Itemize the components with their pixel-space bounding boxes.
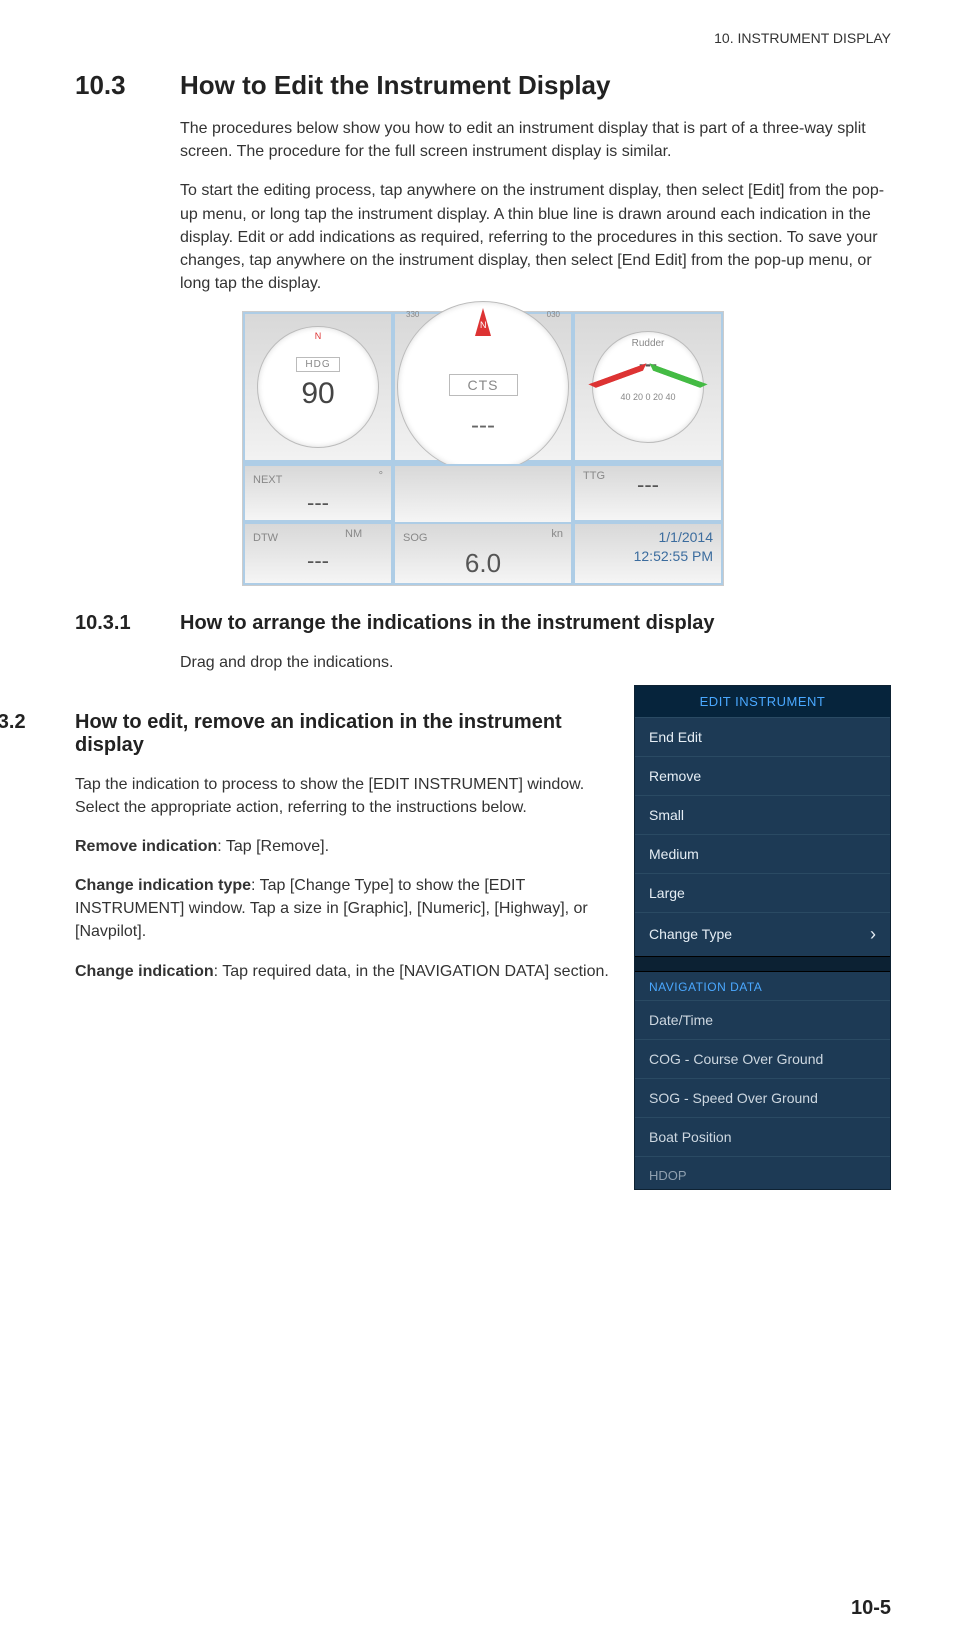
remove-indication-label: Remove indication (75, 838, 217, 855)
subsection-1-heading: How to arrange the indications in the in… (180, 612, 715, 635)
compass-tick-left: 330 (406, 310, 419, 319)
menu-item-end-edit[interactable]: End Edit (635, 717, 890, 756)
navigation-data-header: NAVIGATION DATA (635, 972, 890, 1000)
menu-divider (635, 956, 890, 972)
menu-item-label: SOG - Speed Over Ground (649, 1090, 818, 1106)
menu-item-label: End Edit (649, 729, 702, 745)
hdg-value: 90 (301, 377, 334, 411)
menu-item-label: COG - Course Over Ground (649, 1051, 823, 1067)
cts-mid-cell[interactable] (393, 464, 573, 522)
cts-value: --- (471, 412, 495, 440)
nav-item-cog[interactable]: COG - Course Over Ground (635, 1039, 890, 1078)
subsection-2-title: 10.3.2 How to edit, remove an indication… (0, 711, 618, 757)
sog-value: 6.0 (403, 548, 563, 579)
subsection-1-body: Drag and drop the indications. (180, 651, 891, 674)
subsection-2-number: 10.3.2 (0, 711, 75, 757)
menu-item-small[interactable]: Small (635, 795, 890, 834)
menu-item-label: Remove (649, 768, 701, 784)
dtw-value: --- (253, 548, 383, 574)
remove-indication-text: : Tap [Remove]. (217, 838, 329, 855)
rudder-label: Rudder (632, 338, 665, 349)
ttg-cell[interactable]: TTG --- (573, 464, 723, 522)
nav-item-boat-position[interactable]: Boat Position (635, 1117, 890, 1156)
dtw-cell[interactable]: DTW NM --- (243, 522, 393, 585)
edit-instrument-menu: EDIT INSTRUMENT End Edit Remove Small Me… (634, 685, 891, 1190)
date-value: 1/1/2014 (583, 528, 713, 546)
menu-item-label: Boat Position (649, 1129, 732, 1145)
sog-label: SOG (403, 532, 427, 544)
dtw-label: DTW (253, 532, 278, 544)
subsection-2-p3: Change indication type: Tap [Change Type… (75, 874, 618, 944)
menu-item-label: Medium (649, 846, 699, 862)
hdg-gauge[interactable]: N HDG 90 (243, 312, 393, 462)
nav-item-sog[interactable]: SOG - Speed Over Ground (635, 1078, 890, 1117)
next-label: NEXT (253, 474, 282, 486)
section-para-1: The procedures below show you how to edi… (180, 117, 891, 163)
subsection-1-title: 10.3.1 How to arrange the indications in… (75, 612, 891, 635)
menu-item-label: Large (649, 885, 685, 901)
section-number: 10.3 (75, 70, 180, 101)
page-number: 10-5 (851, 1597, 891, 1620)
sog-cell[interactable]: SOG kn 6.0 (393, 522, 573, 585)
nav-item-hdop[interactable]: HDOP (635, 1156, 890, 1189)
cts-gauge[interactable]: 330 030 N CTS --- (393, 312, 573, 462)
edit-menu-header: EDIT INSTRUMENT (635, 686, 890, 717)
chevron-right-icon: › (870, 924, 876, 945)
compass-tick-right: 030 (547, 310, 560, 319)
menu-item-label: Date/Time (649, 1012, 713, 1028)
hdg-label: HDG (296, 357, 339, 372)
instrument-display-figure: N HDG 90 330 030 N CTS --- Rudder --- (242, 311, 724, 586)
menu-item-large[interactable]: Large (635, 873, 890, 912)
sog-unit: kn (551, 528, 563, 540)
subsection-2-p4: Change indication: Tap required data, in… (75, 960, 618, 983)
rudder-gauge[interactable]: Rudder --- 40 20 0 20 40 (573, 312, 723, 462)
hdg-north-mark: N (315, 331, 322, 341)
cts-label: CTS (449, 374, 518, 396)
menu-item-label: Change Type (649, 926, 732, 942)
running-header: 10. INSTRUMENT DISPLAY (75, 30, 891, 46)
ttg-label: TTG (583, 470, 605, 482)
subsection-2-p1: Tap the indication to process to show th… (75, 773, 618, 819)
compass-pointer-icon: N (475, 308, 491, 336)
nav-item-datetime[interactable]: Date/Time (635, 1000, 890, 1039)
time-value: 12:52:55 PM (583, 547, 713, 565)
subsection-2-heading: How to edit, remove an indication in the… (75, 711, 618, 757)
change-indication-text: : Tap required data, in the [NAVIGATION … (214, 963, 609, 980)
next-unit: ° (379, 470, 383, 482)
subsection-2-p2: Remove indication: Tap [Remove]. (75, 835, 618, 858)
menu-item-label: Small (649, 807, 684, 823)
pointer-n: N (480, 320, 487, 330)
next-cell[interactable]: NEXT ° --- (243, 464, 393, 522)
menu-item-label: HDOP (649, 1168, 687, 1183)
datetime-cell[interactable]: 1/1/2014 12:52:55 PM (573, 522, 723, 585)
section-heading: How to Edit the Instrument Display (180, 70, 610, 101)
subsection-1-number: 10.3.1 (75, 612, 180, 635)
section-para-2: To start the editing process, tap anywhe… (180, 179, 891, 295)
section-title: 10.3 How to Edit the Instrument Display (75, 70, 891, 101)
rudder-scale: 40 20 0 20 40 (593, 392, 703, 402)
menu-item-remove[interactable]: Remove (635, 756, 890, 795)
change-type-label: Change indication type (75, 877, 251, 894)
next-value: --- (253, 490, 383, 516)
menu-item-medium[interactable]: Medium (635, 834, 890, 873)
menu-item-change-type[interactable]: Change Type › (635, 912, 890, 956)
dtw-unit: NM (345, 528, 362, 540)
change-indication-label: Change indication (75, 963, 214, 980)
